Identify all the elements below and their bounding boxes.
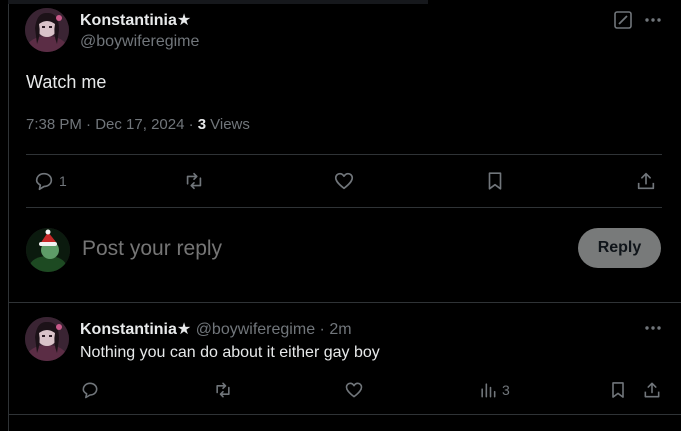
bookmark-icon	[488, 172, 502, 190]
main-post-text: Watch me	[26, 72, 107, 92]
share-icon	[644, 382, 660, 398]
author-name-text: Konstantinia	[80, 12, 177, 29]
reply-post-more-icon[interactable]	[643, 318, 663, 338]
reply-repost-button[interactable]	[213, 380, 233, 400]
views-label: Views	[210, 116, 250, 133]
main-post-metadata: 7:38 PM · Dec 17, 2024 · 3 Views	[26, 116, 250, 133]
share-icon	[637, 172, 655, 190]
reply-icon	[82, 382, 98, 399]
post-time[interactable]: 7:38 PM	[26, 116, 82, 133]
main-bookmark-button[interactable]	[484, 170, 506, 192]
bookmark-icon	[612, 382, 624, 398]
grok-icon[interactable]	[613, 10, 633, 30]
reply-post-header: Konstantinia★ @boywiferegime · 2m	[80, 319, 352, 339]
reply-input[interactable]	[82, 234, 562, 264]
divider	[26, 207, 662, 208]
author-name-text: Konstantinia	[80, 321, 177, 338]
reply-post-time[interactable]: 2m	[329, 321, 351, 338]
main-post-more-icon[interactable]	[643, 10, 663, 30]
divider	[8, 302, 681, 303]
main-share-button[interactable]	[635, 170, 657, 192]
main-post-avatar[interactable]	[25, 8, 69, 52]
repost-icon	[216, 382, 230, 398]
reply-reply-button[interactable]	[80, 380, 100, 400]
repost-icon	[186, 172, 202, 190]
reply-author-name[interactable]: Konstantinia★	[80, 321, 191, 338]
timeline-frame	[8, 0, 681, 431]
post-date[interactable]: Dec 17, 2024	[95, 116, 184, 133]
views-separator: ·	[188, 116, 194, 133]
reply-bookmark-button[interactable]	[608, 380, 628, 400]
reply-author-handle[interactable]: @boywiferegime	[196, 321, 315, 338]
divider	[8, 414, 681, 415]
reply-count: 1	[59, 173, 67, 189]
views-icon	[481, 383, 496, 398]
author-star-badge: ★	[176, 12, 192, 29]
top-edge	[8, 0, 428, 4]
date-separator: ·	[86, 116, 92, 133]
main-post-author-handle[interactable]: @boywiferegime	[80, 33, 199, 51]
main-like-button[interactable]	[333, 170, 355, 192]
reply-views-button[interactable]: 3	[478, 380, 510, 400]
reply-post-avatar[interactable]	[25, 317, 69, 361]
reply-submit-button[interactable]: Reply	[578, 228, 661, 268]
main-post-author-name[interactable]: Konstantinia★	[80, 10, 191, 30]
composer-avatar[interactable]	[26, 228, 70, 272]
like-icon	[345, 382, 363, 398]
main-repost-button[interactable]	[183, 170, 205, 192]
reply-share-button[interactable]	[642, 380, 662, 400]
like-icon	[334, 172, 354, 190]
main-reply-button[interactable]: 1	[33, 170, 67, 192]
reply-icon	[35, 172, 53, 191]
divider	[26, 154, 662, 155]
reply-like-button[interactable]	[344, 380, 364, 400]
reply-views-count: 3	[502, 382, 510, 398]
author-star-badge: ★	[176, 321, 192, 338]
views-count: 3	[197, 116, 207, 133]
time-separator: ·	[319, 321, 325, 338]
reply-post-text: Nothing you can do about it either gay b…	[80, 344, 380, 361]
